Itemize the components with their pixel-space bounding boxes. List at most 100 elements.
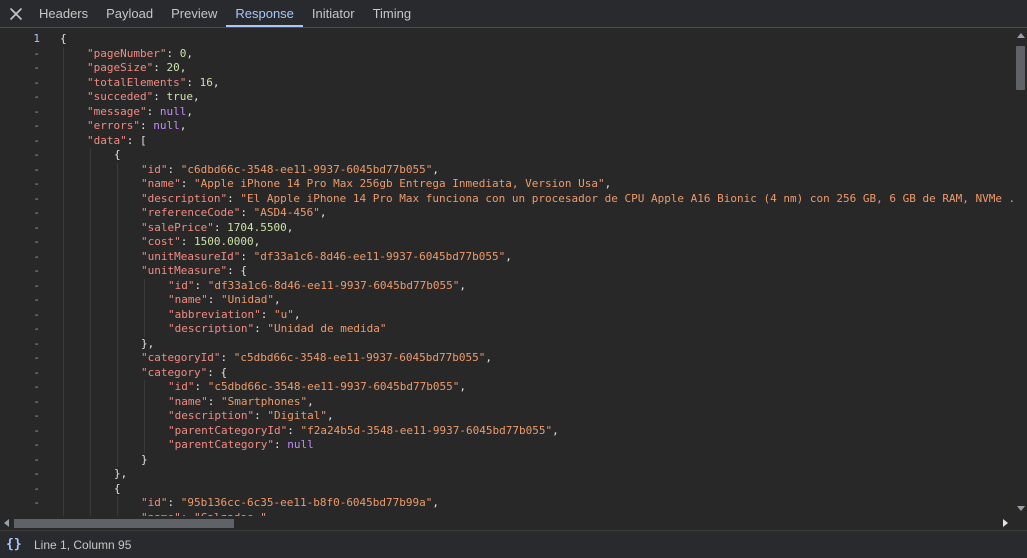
code-token: : bbox=[194, 278, 208, 292]
code-token: "id" bbox=[141, 162, 168, 176]
horizontal-scrollbar[interactable] bbox=[0, 516, 1014, 530]
indent-guide bbox=[90, 206, 91, 221]
code-line: { bbox=[114, 148, 121, 163]
scroll-up-arrow-icon[interactable] bbox=[1017, 33, 1025, 38]
indent-guide bbox=[63, 452, 64, 467]
code-line: "pageNumber": 0, bbox=[87, 47, 193, 62]
code-line: { bbox=[60, 32, 67, 47]
vertical-scroll-thumb[interactable] bbox=[1016, 46, 1025, 90]
code-token: "id" bbox=[168, 380, 195, 393]
tab-timing[interactable]: Timing bbox=[364, 0, 421, 27]
line-number: - bbox=[33, 307, 40, 321]
code-token: "Digital" bbox=[267, 409, 327, 422]
code-token: , bbox=[604, 177, 612, 190]
indent-guide bbox=[90, 191, 91, 206]
indent-guide bbox=[144, 423, 145, 438]
indent-guide bbox=[90, 438, 91, 453]
code-token: : [ bbox=[126, 133, 147, 147]
code-token: null bbox=[287, 438, 314, 451]
indent-guide bbox=[90, 336, 91, 351]
indent-guide bbox=[63, 409, 64, 424]
tab-response[interactable]: Response bbox=[226, 0, 303, 27]
code-token: , bbox=[459, 380, 467, 393]
response-viewer[interactable]: 1--------------------------------- {"pag… bbox=[0, 28, 1027, 516]
line-number: - bbox=[33, 104, 40, 118]
line-number: - bbox=[33, 61, 40, 74]
code-token: } bbox=[141, 452, 148, 466]
code-token: "Apple iPhone 14 Pro Max 256gb Entrega I… bbox=[194, 177, 605, 190]
horizontal-scroll-thumb[interactable] bbox=[14, 519, 234, 528]
indent-guide bbox=[63, 119, 64, 134]
indent-guide bbox=[63, 191, 64, 206]
tab-initiator[interactable]: Initiator bbox=[303, 0, 364, 27]
indent-guide bbox=[144, 394, 145, 409]
indent-guide bbox=[90, 322, 91, 337]
code-line: "salePrice": 1704.5500, bbox=[141, 221, 293, 236]
code-token: : bbox=[180, 235, 194, 248]
code-token: "abbreviation" bbox=[168, 307, 261, 321]
indent-guide bbox=[63, 423, 64, 438]
code-line: "category": { bbox=[141, 366, 227, 381]
code-token: "u" bbox=[273, 307, 294, 321]
indent-guide bbox=[117, 235, 118, 250]
line-number: 1 bbox=[33, 32, 40, 45]
indent-guide bbox=[117, 307, 118, 322]
code-line: "succeded": true, bbox=[87, 90, 200, 105]
indent-guide bbox=[144, 322, 145, 337]
tab-preview[interactable]: Preview bbox=[162, 0, 226, 27]
indent-guide bbox=[117, 496, 118, 511]
scrollbar-corner bbox=[1014, 516, 1027, 530]
indent-guide bbox=[117, 438, 118, 453]
indent-guide bbox=[63, 394, 64, 409]
code-token: , bbox=[192, 90, 200, 103]
code-token: , bbox=[485, 351, 493, 364]
line-number: - bbox=[33, 177, 40, 190]
line-number: - bbox=[33, 322, 40, 335]
code-token: "errors" bbox=[87, 119, 140, 132]
indent-guide bbox=[90, 235, 91, 250]
code-token: "Unidad de medida" bbox=[267, 322, 387, 335]
code-line: "name": "Smartphones", bbox=[168, 395, 314, 410]
code-line: "errors": null, bbox=[87, 119, 186, 134]
code-token: : bbox=[153, 90, 167, 103]
scroll-down-arrow-icon[interactable] bbox=[1017, 506, 1025, 511]
indent-guide bbox=[90, 365, 91, 380]
code-line: { bbox=[114, 482, 121, 497]
indent-guide bbox=[63, 322, 64, 337]
tab-headers[interactable]: Headers bbox=[30, 0, 97, 27]
indent-guide bbox=[117, 293, 118, 308]
indent-guide bbox=[63, 133, 64, 148]
code-token: "id" bbox=[141, 496, 168, 509]
code-token: , bbox=[293, 307, 301, 321]
indent-guide bbox=[90, 177, 91, 192]
vertical-scrollbar[interactable] bbox=[1014, 28, 1027, 516]
tab-payload[interactable]: Payload bbox=[97, 0, 162, 27]
indent-guide bbox=[63, 46, 64, 61]
code-token: : bbox=[167, 496, 181, 509]
line-number: - bbox=[33, 380, 40, 393]
code-token: true bbox=[166, 90, 193, 103]
close-icon bbox=[10, 8, 22, 20]
close-button[interactable] bbox=[4, 2, 28, 26]
code-token: : bbox=[240, 206, 254, 219]
code-token: "message" bbox=[87, 104, 147, 118]
scroll-right-arrow-icon[interactable] bbox=[1003, 519, 1008, 527]
code-token: "description" bbox=[168, 322, 255, 335]
response-code[interactable]: {"pageNumber": 0, "pageSize": 20, "totalEl… bbox=[48, 28, 1014, 516]
code-token: , bbox=[253, 235, 261, 248]
line-number: - bbox=[33, 162, 40, 176]
code-token: "cost" bbox=[141, 235, 181, 248]
code-line: }, bbox=[114, 467, 127, 482]
indent-guide bbox=[90, 249, 91, 264]
indent-guide bbox=[144, 438, 145, 453]
code-token: "salePrice" bbox=[141, 220, 214, 234]
code-line: "message": null, bbox=[87, 105, 193, 120]
indent-guide bbox=[90, 162, 91, 177]
indent-guide bbox=[63, 235, 64, 250]
indent-guide bbox=[117, 206, 118, 221]
pretty-print-icon[interactable]: {} bbox=[6, 537, 22, 552]
scroll-left-arrow-icon[interactable] bbox=[4, 519, 9, 527]
code-token: , bbox=[186, 104, 193, 118]
code-token: "categoryId" bbox=[141, 351, 221, 364]
code-token: 20 bbox=[166, 61, 180, 74]
